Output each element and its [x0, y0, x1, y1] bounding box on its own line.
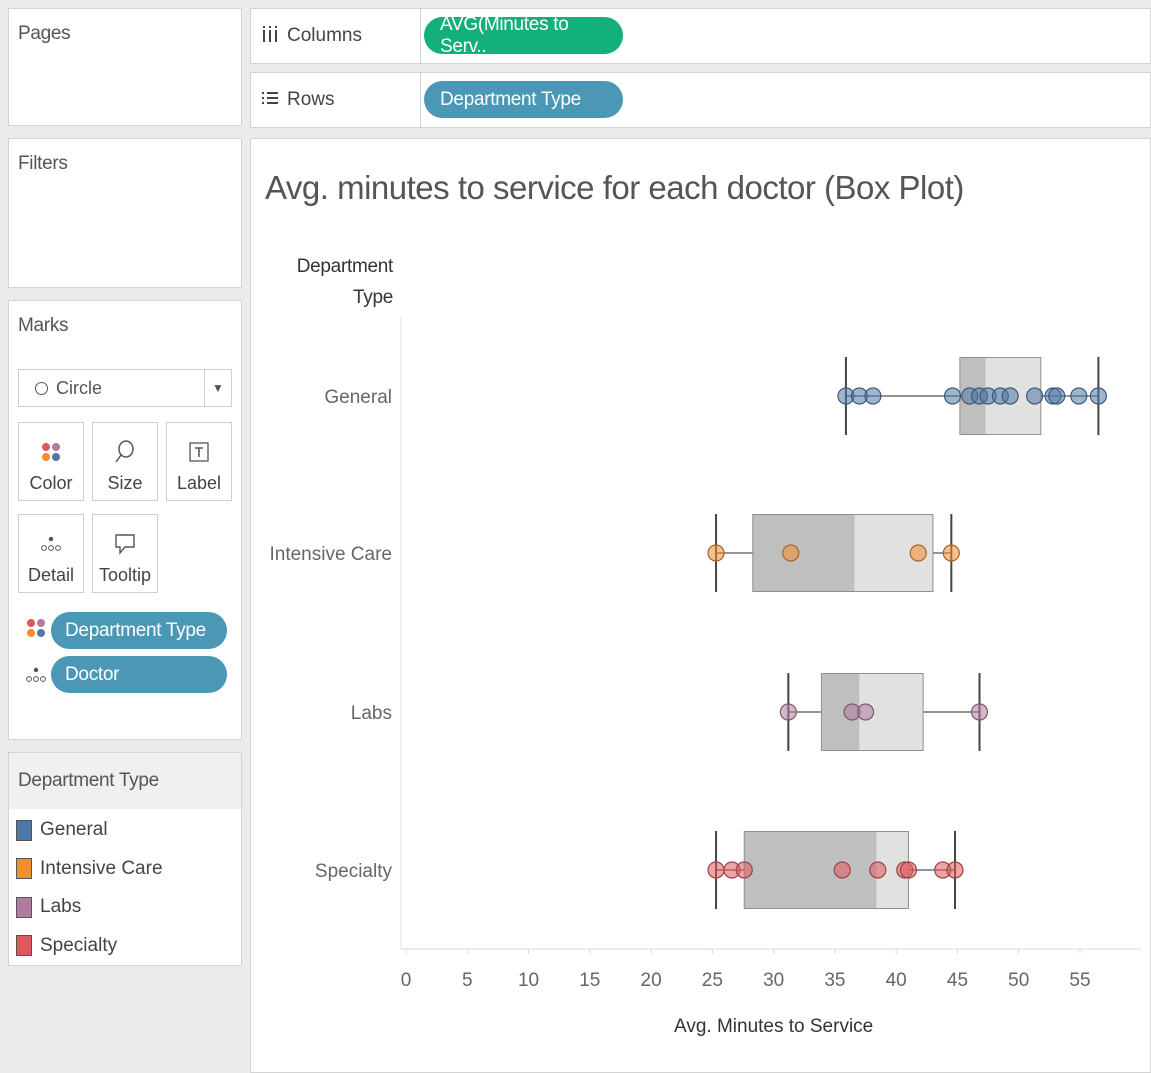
detail-field-pill[interactable]: Doctor [51, 656, 227, 693]
legend-item-label: Intensive Care [40, 857, 163, 879]
rows-shelf-label: Rows [251, 73, 421, 127]
legend-item-label: Labs [40, 896, 82, 917]
rows-shelf-text: Rows [287, 89, 335, 110]
legend-item[interactable]: Intensive Care [16, 856, 163, 882]
size-icon [113, 435, 137, 469]
box-plot-row: Specialty [315, 831, 964, 909]
x-tick-label: 50 [1008, 970, 1029, 991]
legend-swatch [16, 858, 32, 879]
color-icon [40, 435, 62, 469]
category-label: Specialty [315, 861, 393, 882]
detail-field-icon [25, 667, 47, 688]
color-field-pill[interactable]: Department Type [51, 612, 227, 649]
viz-area: Avg. minutes to service for each doctor … [250, 138, 1151, 1073]
circle-mark-icon [35, 381, 48, 395]
x-tick-label: 20 [641, 970, 662, 991]
mark-type-dropdown[interactable]: Circle ▼ [18, 369, 232, 407]
columns-shelf-label: Columns [251, 9, 421, 63]
box-lower-half [744, 831, 877, 909]
columns-measure-pill[interactable]: AVG(Minutes to Serv.. [424, 14, 623, 57]
detail-icon [40, 527, 62, 561]
columns-shelf-text: Columns [287, 25, 362, 46]
size-button[interactable]: Size [92, 422, 158, 501]
legend-swatch [16, 896, 32, 918]
category-label: Labs [351, 703, 392, 724]
columns-icon [261, 25, 279, 48]
detail-button-label: Detail [27, 565, 75, 585]
box-plot-row: Labs [351, 673, 989, 751]
rows-shelf[interactable]: Rows Department Type [250, 72, 1151, 128]
box-lower-half [752, 514, 855, 592]
size-button-label: Size [107, 473, 143, 493]
x-tick-label: 55 [1069, 970, 1090, 991]
filters-panel-title: Filters [18, 153, 68, 174]
box-plot-row: General [324, 357, 1107, 435]
color-button-label: Color [29, 473, 73, 493]
marks-panel-title: Marks [18, 315, 69, 336]
x-tick-label: 0 [401, 970, 412, 991]
marks-panel: Marks Circle ▼ Color Size Label Detail T… [8, 300, 242, 740]
chevron-down-icon[interactable]: ▼ [204, 370, 231, 406]
columns-shelf[interactable]: Columns AVG(Minutes to Serv.. [250, 8, 1151, 64]
legend-swatch [16, 819, 32, 841]
tooltip-icon [114, 527, 136, 561]
x-tick-label: 45 [947, 970, 968, 991]
x-tick-label: 15 [579, 970, 600, 991]
legend-swatch [16, 935, 32, 956]
legend-item[interactable]: Specialty [16, 933, 117, 959]
rows-dimension-pill[interactable]: Department Type [424, 81, 623, 118]
legend-title[interactable]: Department Type [18, 770, 159, 792]
legend-item-label: General [40, 819, 108, 840]
legend-panel: Department Type General Intensive Care Lab… [8, 752, 242, 966]
x-tick-label: 10 [518, 970, 539, 991]
category-label: Intensive Care [269, 544, 392, 565]
x-tick-label: 35 [824, 970, 845, 991]
category-label: General [324, 387, 392, 408]
color-button[interactable]: Color [18, 422, 84, 501]
x-tick-label: 25 [702, 970, 723, 991]
pages-panel-title: Pages [18, 23, 71, 44]
text-label-icon [189, 435, 209, 469]
mark-type-label: Circle [56, 377, 103, 398]
x-tick-label: 40 [886, 970, 907, 991]
pages-panel[interactable]: Pages [8, 8, 242, 126]
x-tick-label: 30 [763, 970, 784, 991]
label-button-label: Label [176, 473, 222, 493]
legend-item-label: Specialty [40, 934, 118, 956]
box-plot-chart: 0 5 10 15 20 25 30 35 40 45 50 55 Avg. Minutes to Se… [269, 316, 1141, 1037]
legend-item[interactable]: General [16, 817, 108, 843]
filters-panel[interactable]: Filters [8, 138, 242, 288]
x-tick-label: 5 [462, 970, 473, 991]
color-field-icon [25, 617, 47, 644]
label-button[interactable]: Label [166, 422, 232, 501]
legend-item[interactable]: Labs [16, 894, 81, 920]
box-plot-row: Intensive Care [269, 514, 960, 592]
tooltip-button-label: Tooltip [98, 565, 152, 585]
detail-button[interactable]: Detail [18, 514, 84, 593]
tooltip-button[interactable]: Tooltip [92, 514, 158, 593]
rows-icon [261, 90, 279, 111]
x-axis-title: Avg. Minutes to Service [674, 1016, 873, 1037]
